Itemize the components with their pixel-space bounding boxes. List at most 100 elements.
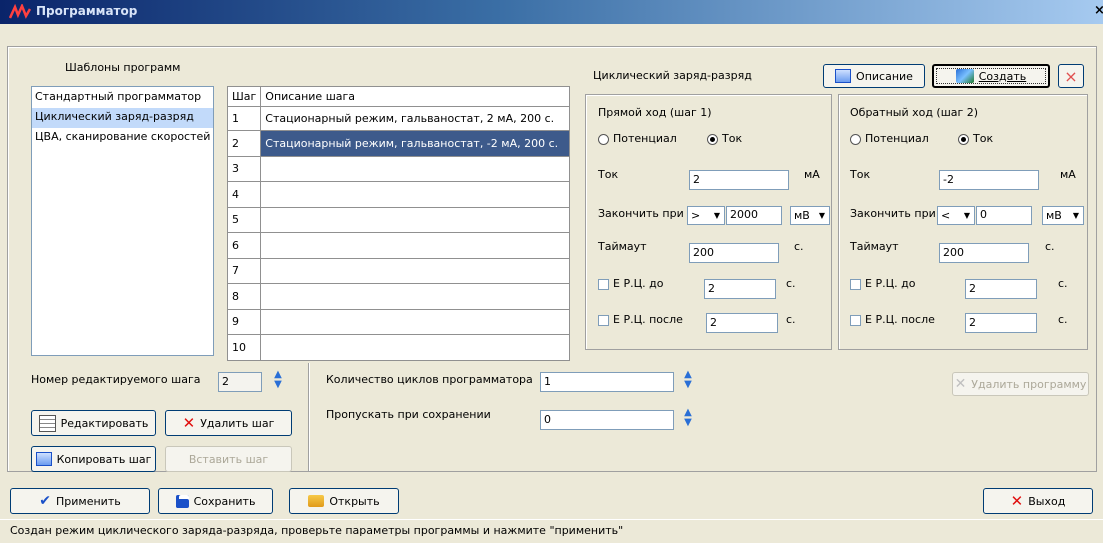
forward-radio-current[interactable]: Ток bbox=[707, 132, 742, 145]
templates-list[interactable]: Стандартный программатор Циклический зар… bbox=[31, 86, 214, 356]
cycles-count-spinner[interactable]: ▲ ▼ bbox=[680, 370, 696, 394]
program-name: Циклический заряд-разряд bbox=[593, 69, 752, 82]
paste-step-label: Вставить шаг bbox=[188, 452, 269, 466]
reverse-erc-after-input[interactable]: 2 bbox=[965, 313, 1037, 333]
reverse-end-unit-select[interactable]: мВ ▼ bbox=[1042, 206, 1084, 225]
step-number-cell: 4 bbox=[226, 181, 262, 208]
table-row[interactable]: 1 Стационарный режим, гальваностат, 2 мА,… bbox=[226, 106, 570, 131]
arrow-down-icon[interactable]: ▼ bbox=[274, 380, 282, 390]
floppy-disk-icon bbox=[175, 494, 189, 508]
checkbox-label: Е Р.Ц. до bbox=[865, 277, 916, 290]
step-number-cell: 6 bbox=[226, 232, 262, 259]
template-item[interactable]: ЦВА, сканирование скоростей bbox=[32, 128, 213, 148]
table-row[interactable]: 10 bbox=[226, 334, 570, 361]
step-number-spinner[interactable]: ▲ ▼ bbox=[270, 370, 286, 394]
steps-header-row: Шаг Описание шага bbox=[226, 86, 570, 107]
reverse-timeout-unit: с. bbox=[1045, 240, 1055, 253]
edit-step-label: Редактировать bbox=[60, 416, 149, 430]
forward-timeout-label: Таймаут bbox=[598, 240, 647, 253]
checkmark-icon: ✔ bbox=[39, 493, 52, 509]
checkbox-label: Е Р.Ц. до bbox=[613, 277, 664, 290]
reverse-erc-before-checkbox[interactable]: Е Р.Ц. до bbox=[850, 277, 915, 290]
exit-icon: ✕ bbox=[1010, 492, 1024, 510]
radio-label: Потенциал bbox=[865, 132, 929, 145]
apply-button[interactable]: ✔ Применить bbox=[10, 488, 150, 514]
skip-on-save-spinner[interactable]: ▲ ▼ bbox=[680, 408, 696, 432]
forward-erc-after-checkbox[interactable]: Е Р.Ц. после bbox=[598, 313, 683, 326]
template-item-selected[interactable]: Циклический заряд-разряд bbox=[32, 108, 213, 128]
forward-radio-potential[interactable]: Потенциал bbox=[598, 132, 677, 145]
forward-erc-before-input[interactable]: 2 bbox=[704, 279, 776, 299]
forward-current-label: Ток bbox=[598, 168, 619, 181]
table-row[interactable]: 8 bbox=[226, 283, 570, 310]
open-button[interactable]: Открыть bbox=[289, 488, 399, 514]
cancel-create-button[interactable]: × bbox=[1058, 64, 1084, 88]
table-row[interactable]: 3 bbox=[226, 155, 570, 182]
forward-erc-after-input[interactable]: 2 bbox=[706, 313, 778, 333]
table-row[interactable]: 5 bbox=[226, 206, 570, 233]
apply-label: Применить bbox=[56, 494, 121, 508]
describe-icon bbox=[835, 69, 852, 83]
copy-step-button[interactable]: Копировать шаг bbox=[31, 446, 156, 472]
save-button[interactable]: Сохранить bbox=[158, 488, 273, 514]
step-description-cell bbox=[260, 308, 570, 335]
window-close-icon[interactable]: × bbox=[1094, 3, 1103, 18]
select-value: < bbox=[941, 209, 951, 222]
reverse-current-input[interactable]: -2 bbox=[939, 170, 1039, 190]
forward-end-op-select[interactable]: > ▼ bbox=[687, 206, 725, 225]
reverse-radio-current[interactable]: Ток bbox=[958, 132, 993, 145]
checkbox-icon bbox=[598, 314, 609, 326]
describe-label: Описание bbox=[856, 69, 913, 83]
copy-step-label: Копировать шаг bbox=[56, 452, 152, 466]
arrow-down-icon[interactable]: ▼ bbox=[684, 418, 692, 428]
table-row[interactable]: 9 bbox=[226, 308, 570, 335]
checkbox-label: Е Р.Ц. после bbox=[613, 313, 683, 326]
window-title: Программатор bbox=[36, 4, 138, 18]
forward-title: Прямой ход (шаг 1) bbox=[598, 106, 712, 119]
forward-end-unit-select[interactable]: мВ ▼ bbox=[790, 206, 830, 225]
delete-step-button[interactable]: ✕ Удалить шаг bbox=[165, 410, 292, 436]
reverse-timeout-label: Таймаут bbox=[850, 240, 899, 253]
forward-erc-after-unit: с. bbox=[786, 313, 796, 326]
step-description-cell bbox=[260, 257, 570, 284]
describe-button[interactable]: Описание bbox=[823, 64, 925, 88]
reverse-erc-after-checkbox[interactable]: Е Р.Ц. после bbox=[850, 313, 935, 326]
select-value: > bbox=[691, 209, 701, 222]
chevron-down-icon: ▼ bbox=[818, 211, 826, 220]
step-number-cell: 5 bbox=[226, 206, 262, 233]
chevron-down-icon: ▼ bbox=[1072, 211, 1080, 220]
edit-icon bbox=[38, 414, 56, 432]
delete-icon: ✕ bbox=[182, 414, 196, 432]
table-row[interactable]: 7 bbox=[226, 257, 570, 284]
table-row[interactable]: 6 bbox=[226, 232, 570, 259]
step-number-cell: 10 bbox=[226, 334, 262, 361]
table-row[interactable]: 4 bbox=[226, 181, 570, 208]
forward-end-value-input[interactable]: 2000 bbox=[726, 206, 782, 225]
step-number-input[interactable]: 2 bbox=[218, 372, 262, 392]
checkbox-label: Е Р.Ц. после bbox=[865, 313, 935, 326]
edit-step-button[interactable]: Редактировать bbox=[31, 410, 156, 436]
delete-program-button[interactable]: ✕ Удалить программу bbox=[952, 372, 1089, 396]
step-description-cell bbox=[260, 334, 570, 361]
open-label: Открыть bbox=[329, 494, 380, 508]
reverse-timeout-input[interactable]: 200 bbox=[939, 243, 1029, 263]
reverse-radio-potential[interactable]: Потенциал bbox=[850, 132, 929, 145]
col-step-header: Шаг bbox=[226, 86, 262, 107]
skip-on-save-input[interactable]: 0 bbox=[540, 410, 674, 430]
forward-erc-before-checkbox[interactable]: Е Р.Ц. до bbox=[598, 277, 663, 290]
table-row[interactable]: 2 Стационарный режим, гальваностат, -2 мА… bbox=[226, 130, 570, 157]
steps-table[interactable]: Шаг Описание шага 1 Стационарный режим, г… bbox=[226, 86, 570, 361]
template-item[interactable]: Стандартный программатор bbox=[32, 88, 213, 108]
arrow-down-icon[interactable]: ▼ bbox=[684, 380, 692, 390]
forward-current-input[interactable]: 2 bbox=[689, 170, 789, 190]
cycles-count-input[interactable]: 1 bbox=[540, 372, 674, 392]
exit-button[interactable]: ✕ Выход bbox=[983, 488, 1093, 514]
chevron-down-icon: ▼ bbox=[963, 211, 971, 220]
paste-step-button[interactable]: Вставить шаг bbox=[165, 446, 292, 472]
reverse-erc-before-input[interactable]: 2 bbox=[965, 279, 1037, 299]
reverse-end-value-input[interactable]: 0 bbox=[976, 206, 1032, 225]
checkbox-icon bbox=[598, 278, 609, 290]
create-button[interactable]: Создать bbox=[932, 64, 1050, 88]
forward-timeout-input[interactable]: 200 bbox=[689, 243, 779, 263]
reverse-end-op-select[interactable]: < ▼ bbox=[937, 206, 975, 225]
